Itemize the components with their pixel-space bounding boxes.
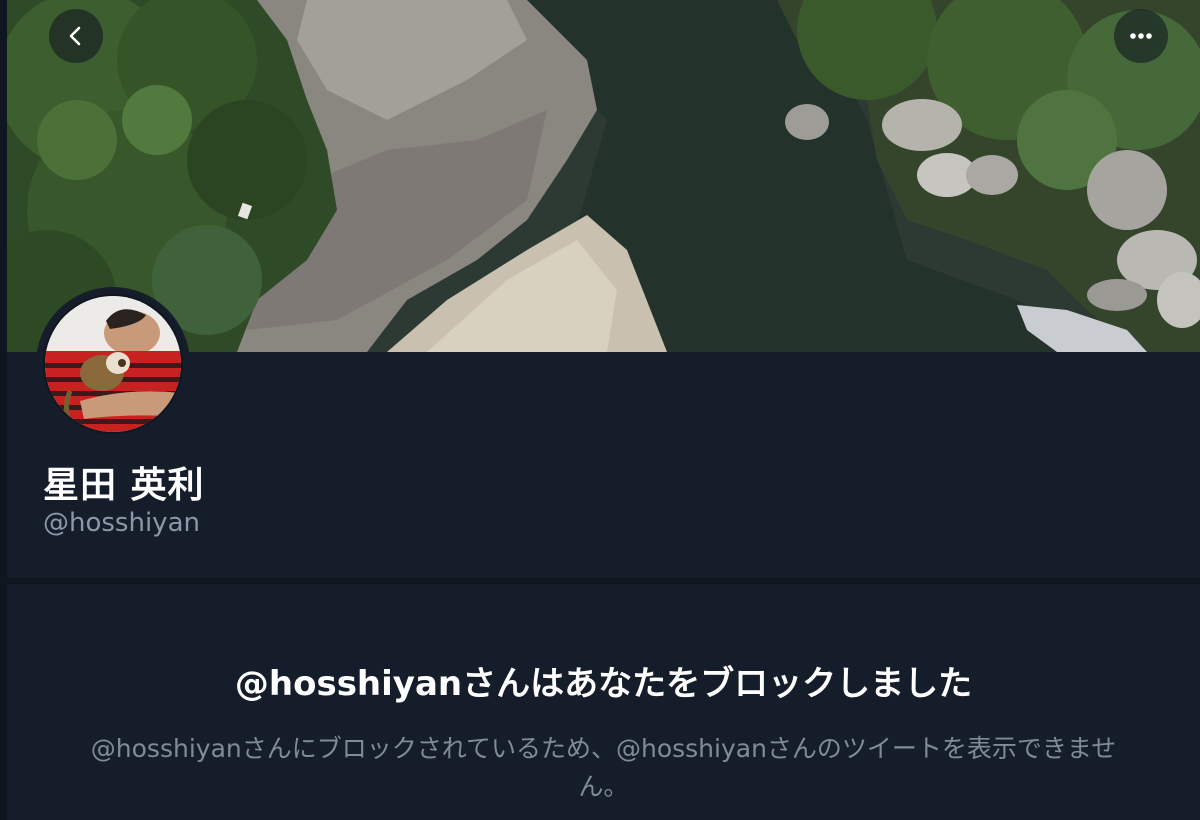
- more-options-button[interactable]: [1114, 9, 1168, 63]
- display-name: 星田 英利: [43, 465, 205, 506]
- profile-page: 星田 英利 @hosshiyan @hosshiyanさんはあなたをブロックしま…: [0, 0, 1200, 820]
- left-edge: [0, 0, 7, 820]
- profile-header: 星田 英利 @hosshiyan: [7, 291, 1200, 578]
- banner-image: [7, 0, 1200, 352]
- blocked-notice: @hosshiyanさんはあなたをブロックしました @hosshiyanさんにブ…: [7, 584, 1200, 820]
- chevron-left-icon: [69, 26, 81, 46]
- more-horizontal-icon: [1130, 33, 1152, 39]
- back-button[interactable]: [49, 9, 103, 63]
- blocked-description: @hosshiyanさんにブロックされているため、@hosshiyanさんのツイ…: [90, 734, 1117, 801]
- blocked-title: @hosshiyanさんはあなたをブロックしました: [234, 664, 973, 704]
- profile-handle: @hosshiyan: [43, 508, 200, 538]
- avatar-image: [43, 294, 183, 434]
- avatar[interactable]: [40, 291, 186, 437]
- profile-banner[interactable]: [7, 0, 1200, 352]
